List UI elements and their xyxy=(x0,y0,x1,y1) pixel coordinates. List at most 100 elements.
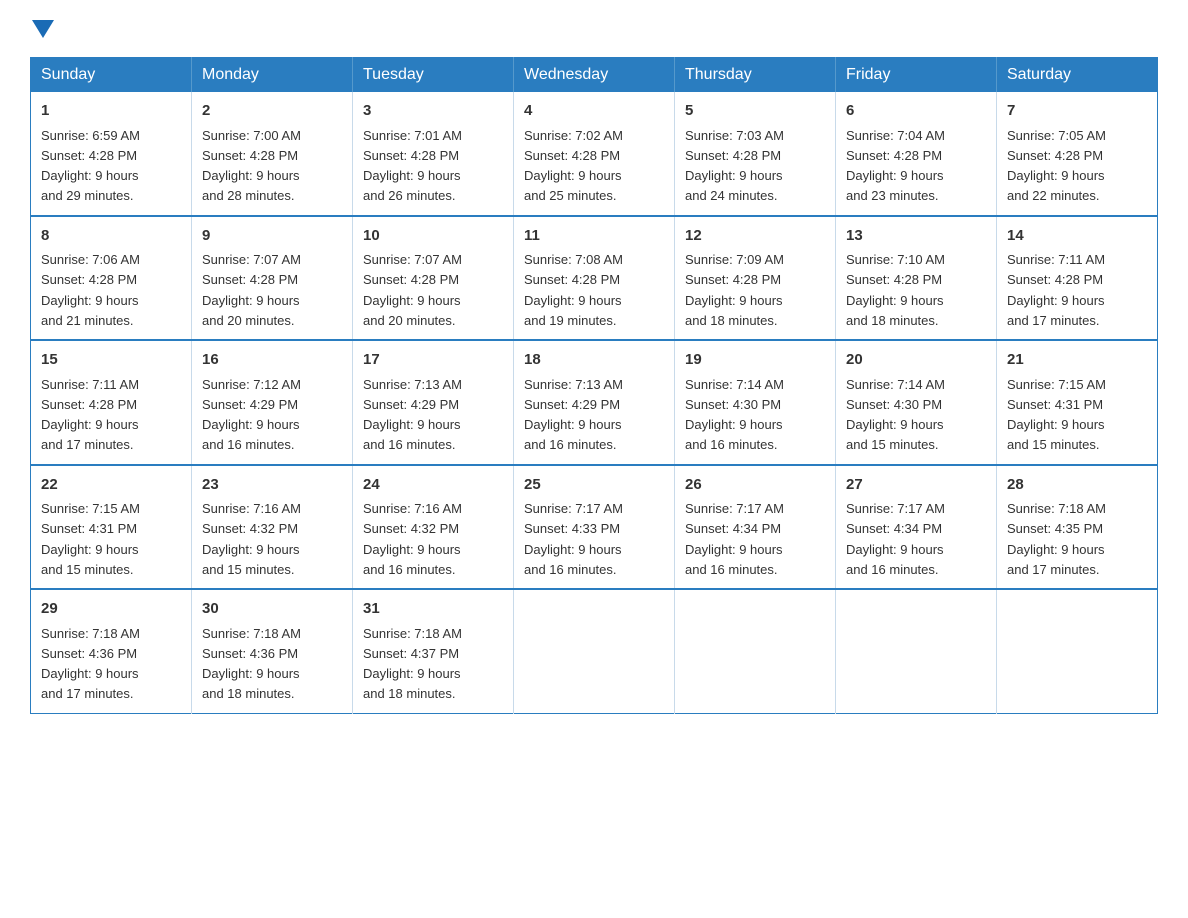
day-number: 29 xyxy=(41,598,181,621)
calendar-week-row: 15 Sunrise: 7:11 AM Sunset: 4:28 PM Dayl… xyxy=(31,340,1158,465)
calendar-cell: 16 Sunrise: 7:12 AM Sunset: 4:29 PM Dayl… xyxy=(192,340,353,465)
calendar-week-row: 8 Sunrise: 7:06 AM Sunset: 4:28 PM Dayli… xyxy=(31,216,1158,341)
day-number: 14 xyxy=(1007,225,1147,248)
calendar-week-row: 29 Sunrise: 7:18 AM Sunset: 4:36 PM Dayl… xyxy=(31,589,1158,713)
day-info: Sunrise: 7:14 AM Sunset: 4:30 PM Dayligh… xyxy=(846,377,945,453)
day-info: Sunrise: 7:18 AM Sunset: 4:35 PM Dayligh… xyxy=(1007,501,1106,577)
day-number: 23 xyxy=(202,474,342,497)
day-info: Sunrise: 7:10 AM Sunset: 4:28 PM Dayligh… xyxy=(846,252,945,328)
day-info: Sunrise: 7:17 AM Sunset: 4:33 PM Dayligh… xyxy=(524,501,623,577)
day-info: Sunrise: 7:18 AM Sunset: 4:36 PM Dayligh… xyxy=(202,626,301,702)
day-number: 20 xyxy=(846,349,986,372)
calendar-cell: 5 Sunrise: 7:03 AM Sunset: 4:28 PM Dayli… xyxy=(675,92,836,216)
calendar-cell: 10 Sunrise: 7:07 AM Sunset: 4:28 PM Dayl… xyxy=(353,216,514,341)
calendar-cell xyxy=(675,589,836,713)
day-number: 8 xyxy=(41,225,181,248)
calendar-cell: 17 Sunrise: 7:13 AM Sunset: 4:29 PM Dayl… xyxy=(353,340,514,465)
day-of-week-thursday: Thursday xyxy=(675,58,836,93)
day-info: Sunrise: 7:01 AM Sunset: 4:28 PM Dayligh… xyxy=(363,128,462,204)
day-info: Sunrise: 7:03 AM Sunset: 4:28 PM Dayligh… xyxy=(685,128,784,204)
day-info: Sunrise: 7:08 AM Sunset: 4:28 PM Dayligh… xyxy=(524,252,623,328)
calendar-cell: 1 Sunrise: 6:59 AM Sunset: 4:28 PM Dayli… xyxy=(31,92,192,216)
day-info: Sunrise: 7:14 AM Sunset: 4:30 PM Dayligh… xyxy=(685,377,784,453)
calendar-week-row: 1 Sunrise: 6:59 AM Sunset: 4:28 PM Dayli… xyxy=(31,92,1158,216)
day-info: Sunrise: 7:11 AM Sunset: 4:28 PM Dayligh… xyxy=(41,377,139,453)
day-info: Sunrise: 7:13 AM Sunset: 4:29 PM Dayligh… xyxy=(363,377,462,453)
calendar-cell: 20 Sunrise: 7:14 AM Sunset: 4:30 PM Dayl… xyxy=(836,340,997,465)
calendar-cell xyxy=(836,589,997,713)
calendar-cell: 19 Sunrise: 7:14 AM Sunset: 4:30 PM Dayl… xyxy=(675,340,836,465)
day-info: Sunrise: 7:09 AM Sunset: 4:28 PM Dayligh… xyxy=(685,252,784,328)
calendar-cell: 3 Sunrise: 7:01 AM Sunset: 4:28 PM Dayli… xyxy=(353,92,514,216)
day-info: Sunrise: 7:12 AM Sunset: 4:29 PM Dayligh… xyxy=(202,377,301,453)
calendar-week-row: 22 Sunrise: 7:15 AM Sunset: 4:31 PM Dayl… xyxy=(31,465,1158,590)
calendar-cell: 6 Sunrise: 7:04 AM Sunset: 4:28 PM Dayli… xyxy=(836,92,997,216)
day-number: 24 xyxy=(363,474,503,497)
day-of-week-sunday: Sunday xyxy=(31,58,192,93)
logo xyxy=(30,20,54,39)
day-number: 16 xyxy=(202,349,342,372)
day-of-week-tuesday: Tuesday xyxy=(353,58,514,93)
calendar-cell: 15 Sunrise: 7:11 AM Sunset: 4:28 PM Dayl… xyxy=(31,340,192,465)
calendar-cell: 28 Sunrise: 7:18 AM Sunset: 4:35 PM Dayl… xyxy=(997,465,1158,590)
day-number: 6 xyxy=(846,100,986,123)
calendar-cell: 7 Sunrise: 7:05 AM Sunset: 4:28 PM Dayli… xyxy=(997,92,1158,216)
day-number: 17 xyxy=(363,349,503,372)
calendar-cell: 24 Sunrise: 7:16 AM Sunset: 4:32 PM Dayl… xyxy=(353,465,514,590)
day-of-week-monday: Monday xyxy=(192,58,353,93)
calendar-cell: 27 Sunrise: 7:17 AM Sunset: 4:34 PM Dayl… xyxy=(836,465,997,590)
day-info: Sunrise: 7:11 AM Sunset: 4:28 PM Dayligh… xyxy=(1007,252,1105,328)
day-number: 26 xyxy=(685,474,825,497)
calendar-cell: 30 Sunrise: 7:18 AM Sunset: 4:36 PM Dayl… xyxy=(192,589,353,713)
day-info: Sunrise: 7:17 AM Sunset: 4:34 PM Dayligh… xyxy=(685,501,784,577)
day-number: 27 xyxy=(846,474,986,497)
day-number: 13 xyxy=(846,225,986,248)
calendar-cell xyxy=(514,589,675,713)
day-number: 12 xyxy=(685,225,825,248)
day-number: 4 xyxy=(524,100,664,123)
day-number: 19 xyxy=(685,349,825,372)
day-info: Sunrise: 7:16 AM Sunset: 4:32 PM Dayligh… xyxy=(363,501,462,577)
day-of-week-wednesday: Wednesday xyxy=(514,58,675,93)
day-info: Sunrise: 7:07 AM Sunset: 4:28 PM Dayligh… xyxy=(363,252,462,328)
day-info: Sunrise: 7:05 AM Sunset: 4:28 PM Dayligh… xyxy=(1007,128,1106,204)
day-number: 21 xyxy=(1007,349,1147,372)
calendar-header-row: SundayMondayTuesdayWednesdayThursdayFrid… xyxy=(31,58,1158,93)
calendar-cell: 11 Sunrise: 7:08 AM Sunset: 4:28 PM Dayl… xyxy=(514,216,675,341)
day-number: 10 xyxy=(363,225,503,248)
day-info: Sunrise: 7:16 AM Sunset: 4:32 PM Dayligh… xyxy=(202,501,301,577)
day-number: 18 xyxy=(524,349,664,372)
day-number: 30 xyxy=(202,598,342,621)
day-info: Sunrise: 7:06 AM Sunset: 4:28 PM Dayligh… xyxy=(41,252,140,328)
day-number: 31 xyxy=(363,598,503,621)
calendar-cell: 22 Sunrise: 7:15 AM Sunset: 4:31 PM Dayl… xyxy=(31,465,192,590)
day-info: Sunrise: 7:00 AM Sunset: 4:28 PM Dayligh… xyxy=(202,128,301,204)
calendar-cell: 29 Sunrise: 7:18 AM Sunset: 4:36 PM Dayl… xyxy=(31,589,192,713)
calendar-cell: 4 Sunrise: 7:02 AM Sunset: 4:28 PM Dayli… xyxy=(514,92,675,216)
calendar-cell: 9 Sunrise: 7:07 AM Sunset: 4:28 PM Dayli… xyxy=(192,216,353,341)
day-number: 28 xyxy=(1007,474,1147,497)
day-number: 2 xyxy=(202,100,342,123)
calendar-cell: 8 Sunrise: 7:06 AM Sunset: 4:28 PM Dayli… xyxy=(31,216,192,341)
day-of-week-friday: Friday xyxy=(836,58,997,93)
day-number: 15 xyxy=(41,349,181,372)
day-number: 22 xyxy=(41,474,181,497)
day-info: Sunrise: 7:18 AM Sunset: 4:37 PM Dayligh… xyxy=(363,626,462,702)
day-info: Sunrise: 7:17 AM Sunset: 4:34 PM Dayligh… xyxy=(846,501,945,577)
calendar-cell: 31 Sunrise: 7:18 AM Sunset: 4:37 PM Dayl… xyxy=(353,589,514,713)
page-header xyxy=(30,20,1158,39)
day-number: 3 xyxy=(363,100,503,123)
day-info: Sunrise: 6:59 AM Sunset: 4:28 PM Dayligh… xyxy=(41,128,140,204)
calendar-cell: 21 Sunrise: 7:15 AM Sunset: 4:31 PM Dayl… xyxy=(997,340,1158,465)
day-info: Sunrise: 7:15 AM Sunset: 4:31 PM Dayligh… xyxy=(1007,377,1106,453)
day-info: Sunrise: 7:15 AM Sunset: 4:31 PM Dayligh… xyxy=(41,501,140,577)
calendar-cell: 13 Sunrise: 7:10 AM Sunset: 4:28 PM Dayl… xyxy=(836,216,997,341)
calendar-cell: 12 Sunrise: 7:09 AM Sunset: 4:28 PM Dayl… xyxy=(675,216,836,341)
calendar-cell: 26 Sunrise: 7:17 AM Sunset: 4:34 PM Dayl… xyxy=(675,465,836,590)
day-number: 7 xyxy=(1007,100,1147,123)
day-number: 1 xyxy=(41,100,181,123)
day-number: 11 xyxy=(524,225,664,248)
calendar-cell: 25 Sunrise: 7:17 AM Sunset: 4:33 PM Dayl… xyxy=(514,465,675,590)
day-info: Sunrise: 7:04 AM Sunset: 4:28 PM Dayligh… xyxy=(846,128,945,204)
day-number: 25 xyxy=(524,474,664,497)
